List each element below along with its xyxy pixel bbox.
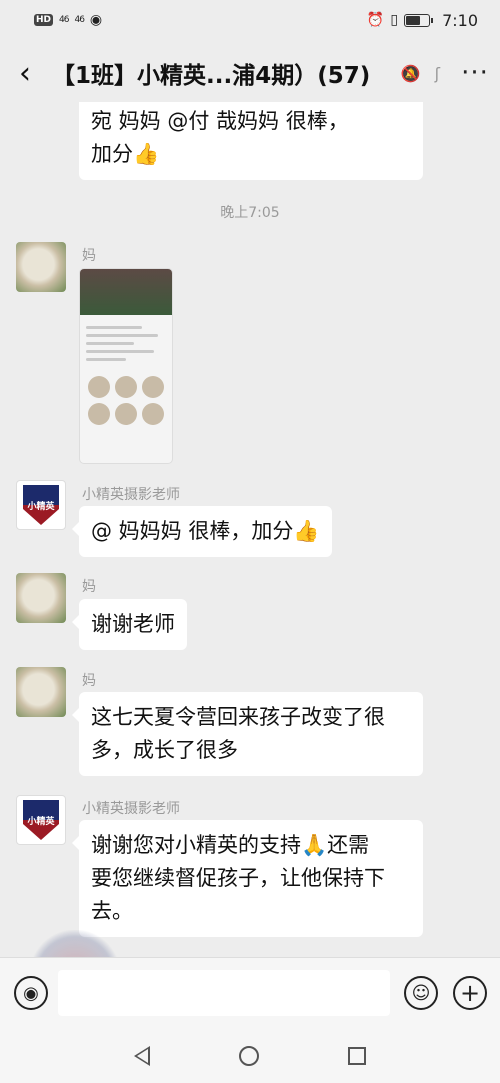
hd-icon: HD <box>34 14 54 26</box>
status-time: 7:10 <box>442 10 478 30</box>
ear-icon: ʃ <box>434 63 440 83</box>
image-thumbnails <box>80 372 172 429</box>
status-bar: HD 46 46 ◉ ⏰ ▯ 7:10 <box>0 0 500 40</box>
more-options-button[interactable]: ··· <box>450 58 500 88</box>
chat-header: ‹ 【1班】小精英...浦4期）(57) 🔕 ʃ ··· <box>0 44 500 102</box>
eye-icon: ◉ <box>89 12 103 28</box>
header-status-icons: 🔕 ʃ <box>401 64 440 83</box>
chat-message-list[interactable]: 宛 妈妈 @付 哉妈妈 很棒， 加分👍 晚上7:05 妈 小精英 小精英摄影老师… <box>0 102 500 957</box>
message-text-line: 加分👍 <box>91 142 160 166</box>
nav-home-icon[interactable] <box>238 1046 259 1066</box>
image-text-lines <box>80 315 172 372</box>
system-nav-bar <box>0 1029 500 1083</box>
message-text-line: 去。 <box>91 899 133 923</box>
alarm-icon: ⏰ <box>366 12 385 28</box>
image-banner <box>80 269 172 315</box>
message-bubble[interactable]: @ 妈妈妈 很棒，加分👍 <box>72 506 332 557</box>
message-text: @ 妈妈妈 很棒，加分👍 <box>91 519 320 543</box>
crest-logo: 小精英 <box>23 485 59 525</box>
bell-off-icon: 🔕 <box>400 63 421 83</box>
emoji-icon[interactable]: ☺ <box>404 976 438 1010</box>
status-right: ⏰ ▯ 7:10 <box>367 11 478 30</box>
avatar[interactable]: 小精英 <box>16 480 66 530</box>
avatar[interactable]: 小精英 <box>16 795 66 845</box>
message-text: 谢谢老师 <box>91 612 175 636</box>
back-button[interactable]: ‹ <box>0 56 50 91</box>
chat-title: 【1班】小精英...浦4期）(57) <box>52 63 371 89</box>
sender-name: 小精英摄影老师 <box>82 487 180 503</box>
status-left: HD 46 46 ◉ <box>34 12 102 28</box>
vibrate-icon: ▯ <box>390 12 399 28</box>
plus-icon[interactable]: + <box>453 976 487 1010</box>
nav-back-icon[interactable] <box>134 1046 151 1066</box>
message-input-bar: ◉ ☺ + <box>0 957 500 1029</box>
message-input[interactable] <box>58 970 390 1016</box>
crest-logo: 小精英 <box>23 800 59 840</box>
message-bubble[interactable]: 谢谢您对小精英的支持🙏还需 要您继续督促孩子，让他保持下 去。 <box>72 820 423 937</box>
signal-icon-2: 46 <box>74 15 85 25</box>
avatar[interactable] <box>16 667 66 717</box>
message-timestamp: 晚上7:05 <box>220 205 280 221</box>
message-bubble[interactable]: 宛 妈妈 @付 哉妈妈 很棒， 加分👍 <box>79 102 423 180</box>
avatar[interactable] <box>16 573 66 623</box>
message-bubble[interactable]: 这七天夏令营回来孩子改变了很 多，成长了很多 <box>72 692 423 776</box>
message-text-line: 宛 妈妈 @付 哉妈妈 很棒， <box>91 109 349 133</box>
signal-icon: 46 <box>59 15 70 25</box>
avatar[interactable] <box>16 242 66 292</box>
sender-name: 小精英摄影老师 <box>82 801 180 817</box>
image-message[interactable] <box>79 268 173 464</box>
message-text-line: 要您继续督促孩子，让他保持下 <box>91 866 385 890</box>
message-text-line: 多，成长了很多 <box>91 738 238 762</box>
nav-recents-icon[interactable] <box>347 1047 366 1065</box>
message-text-line: 这七天夏令营回来孩子改变了很 <box>91 705 385 729</box>
sender-name: 妈 <box>82 579 96 595</box>
sender-name: 妈 <box>82 248 96 264</box>
battery-icon <box>404 13 434 27</box>
voice-input-icon[interactable]: ◉ <box>14 976 48 1010</box>
message-bubble[interactable]: 谢谢老师 <box>72 599 187 650</box>
message-text-line: 谢谢您对小精英的支持🙏还需 <box>91 833 370 857</box>
sender-name: 妈 <box>82 673 96 689</box>
